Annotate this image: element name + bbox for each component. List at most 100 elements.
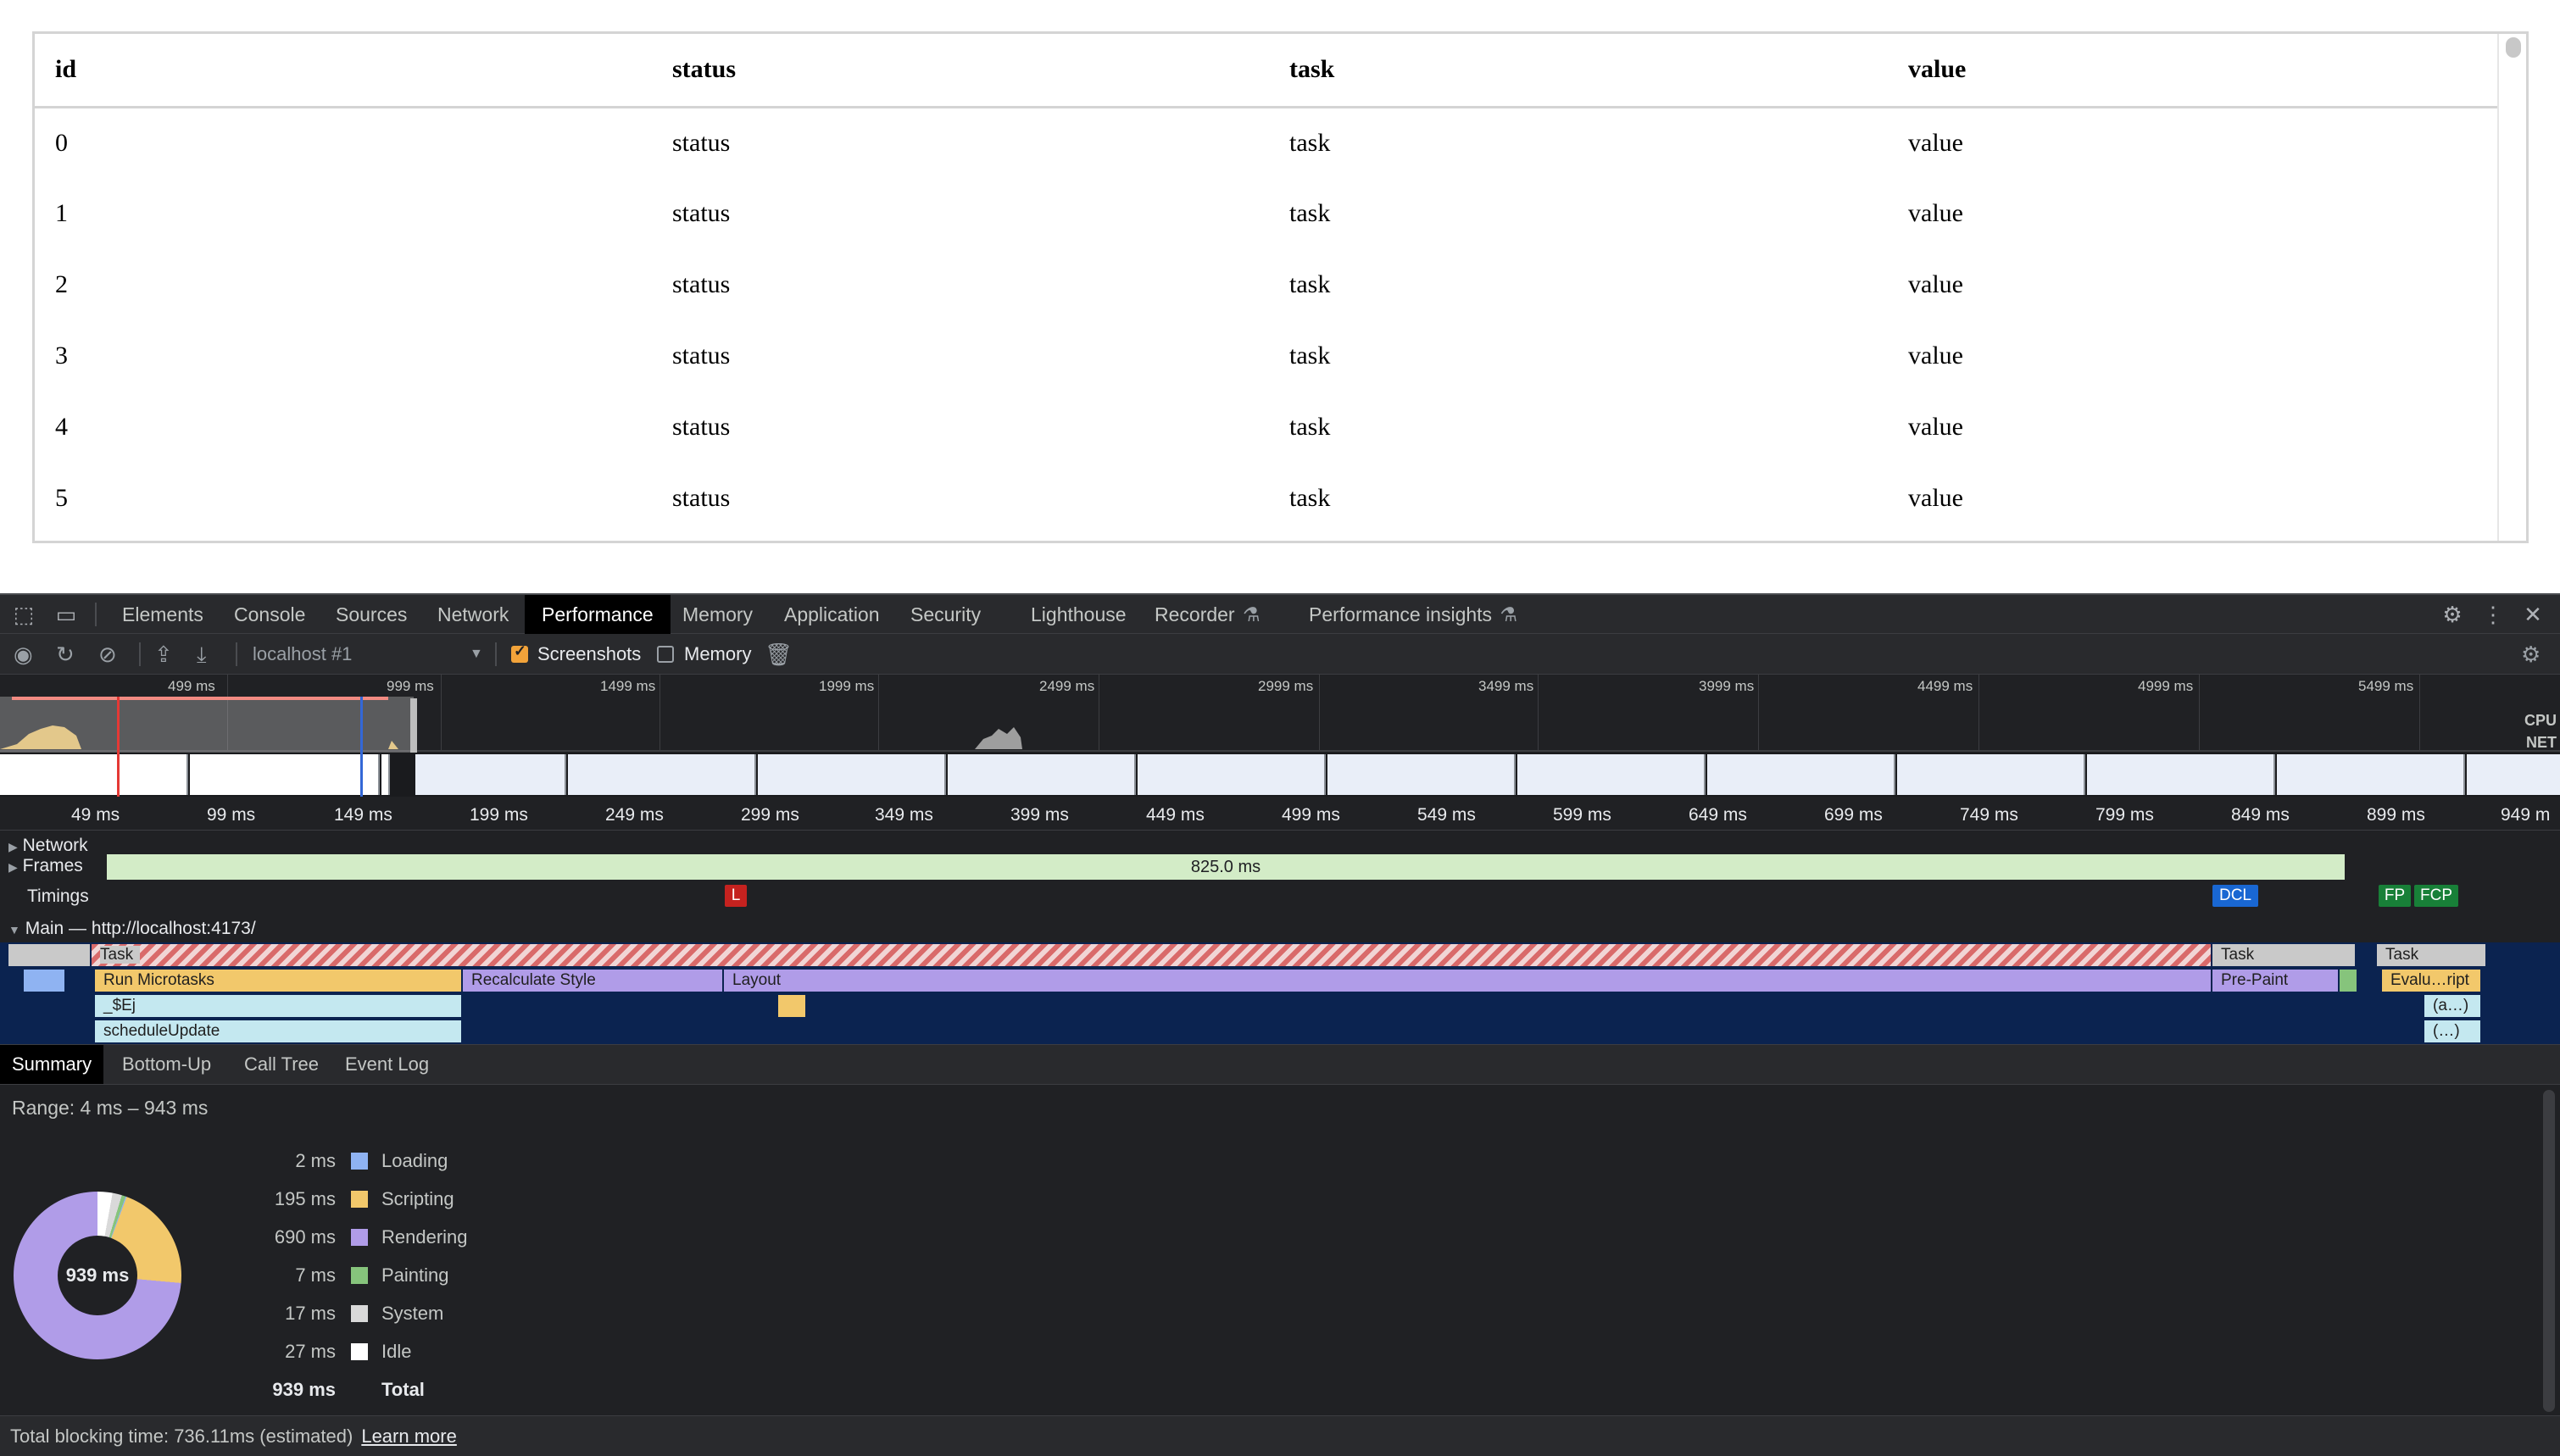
tab-console[interactable]: Console	[217, 595, 322, 634]
reload-record-icon[interactable]: ↻	[56, 634, 75, 675]
timeline-overview[interactable]: 499 ms 999 ms 1499 ms 1999 ms 2499 ms 29…	[0, 675, 2560, 800]
inspect-element-icon[interactable]: ⬚	[10, 595, 37, 634]
ruler-tick: 799 ms	[2095, 805, 2154, 825]
screenshot-thumbnail	[2467, 754, 2560, 795]
page-content: id status task value 0 status task value…	[0, 0, 2560, 593]
tab-security[interactable]: Security	[893, 595, 998, 634]
summary-value: 17 ms	[285, 1303, 336, 1324]
tab-network[interactable]: Network	[420, 595, 526, 634]
table-cell: value	[1908, 199, 1963, 227]
download-profile-icon[interactable]: ⤓	[197, 634, 207, 675]
screenshot-thumbnail	[1138, 754, 1326, 795]
flame-script-block[interactable]	[778, 995, 805, 1017]
tab-lighthouse[interactable]: Lighthouse	[1014, 595, 1144, 634]
capture-settings-icon[interactable]: ⚙	[2521, 634, 2541, 675]
table-cell: status	[672, 413, 731, 441]
load-marker[interactable]: L	[725, 885, 747, 907]
tab-performance-insights[interactable]: Performance insights ⚗	[1292, 595, 1529, 634]
table-cell: value	[1908, 484, 1963, 512]
flame-recalculate-style[interactable]: Recalculate Style	[463, 970, 722, 992]
table-cell: value	[1908, 128, 1963, 157]
frame-bar[interactable]: 825.0 ms	[107, 854, 2345, 880]
summary-label: Rendering	[381, 1226, 468, 1248]
upload-profile-icon[interactable]: ⇪	[154, 634, 173, 675]
experiment-flask-icon: ⚗	[1500, 603, 1518, 625]
tab-sources[interactable]: Sources	[319, 595, 424, 634]
tab-performance[interactable]: Performance	[525, 595, 671, 634]
column-header-value: value	[1888, 34, 2502, 108]
target-selector[interactable]: localhost #1	[253, 634, 352, 675]
learn-more-link[interactable]: Learn more	[361, 1425, 457, 1447]
more-options-icon[interactable]: ⋮	[2482, 595, 2504, 634]
flame-paint[interactable]	[2340, 970, 2357, 992]
tab-event-log[interactable]: Event Log	[333, 1045, 441, 1084]
flame-anonymous[interactable]: (…)	[2424, 1020, 2480, 1042]
column-header-status: status	[652, 34, 1269, 108]
table-cell: status	[672, 128, 731, 157]
ruler-tick: 49 ms	[71, 805, 120, 825]
flame-task-small[interactable]	[8, 944, 90, 966]
overview-tick: 4499 ms	[1917, 678, 1973, 694]
overview-tick: 4999 ms	[2138, 678, 2194, 694]
flame-anonymous[interactable]: (a…)	[2424, 995, 2480, 1017]
flame-task-long[interactable]: Task	[92, 944, 2211, 966]
fcp-marker[interactable]: FCP	[2414, 885, 2458, 907]
table-scrollbar-thumb[interactable]	[2506, 37, 2521, 58]
flame-schedule-update[interactable]: scheduleUpdate	[95, 1020, 461, 1042]
tab-recorder[interactable]: Recorder ⚗	[1138, 595, 1272, 634]
flame-ej[interactable]: _$Ej	[95, 995, 461, 1017]
devtools-panel: ⬚ ▭ Elements Console Sources Network Per…	[0, 593, 2560, 1456]
dropdown-arrow-icon[interactable]: ▼	[470, 634, 483, 675]
dcl-marker[interactable]: DCL	[2212, 885, 2258, 907]
devtools-tab-bar: ⬚ ▭ Elements Console Sources Network Per…	[0, 593, 2560, 634]
ruler-tick: 899 ms	[2367, 805, 2425, 825]
tab-application[interactable]: Application	[767, 595, 897, 634]
flame-task[interactable]: Task	[2377, 944, 2485, 966]
clear-icon[interactable]: ⊘	[98, 634, 117, 675]
main-thread-toggle[interactable]: ▼ Main — http://localhost:4173/	[8, 919, 256, 939]
tab-bottom-up[interactable]: Bottom-Up	[110, 1045, 223, 1084]
table-cell: value	[1908, 413, 1963, 441]
record-icon[interactable]: ◉	[14, 634, 33, 675]
dcl-marker-line	[360, 697, 363, 797]
table-scrollbar[interactable]	[2497, 34, 2526, 541]
expand-arrow-icon: ▶	[8, 860, 18, 874]
details-scrollbar[interactable]	[2543, 1090, 2555, 1412]
network-track-label: Network	[22, 836, 88, 855]
tab-elements[interactable]: Elements	[105, 595, 220, 634]
tab-memory[interactable]: Memory	[665, 595, 770, 634]
summary-label: Scripting	[381, 1188, 454, 1209]
table-cell: status	[672, 270, 731, 298]
screenshots-checkbox[interactable]	[511, 642, 528, 663]
fp-marker[interactable]: FP	[2379, 885, 2411, 907]
tab-summary[interactable]: Summary	[0, 1045, 104, 1084]
flame-task[interactable]: Task	[2212, 944, 2355, 966]
performance-toolbar: ◉ ↻ ⊘ ⇪ ⤓ localhost #1 ▼ Screenshots Mem…	[0, 634, 2560, 675]
table-header-row: id status task value	[35, 34, 2502, 108]
ruler-tick: 549 ms	[1417, 805, 1476, 825]
tab-call-tree[interactable]: Call Tree	[232, 1045, 331, 1084]
memory-checkbox[interactable]	[657, 646, 674, 663]
flame-run-microtasks[interactable]: Run Microtasks	[95, 970, 461, 992]
table-row: 2 status task value	[35, 249, 2502, 320]
settings-gear-icon[interactable]: ⚙	[2438, 595, 2467, 634]
table-row: 3 status task value	[35, 320, 2502, 392]
screenshot-thumbnail	[2277, 754, 2465, 795]
network-track-toggle[interactable]: ▶ Network	[8, 836, 88, 856]
table-cell: task	[1289, 199, 1331, 227]
device-toolbar-icon[interactable]: ▭	[53, 595, 80, 634]
overview-tick: 1499 ms	[600, 678, 656, 694]
summary-label: Painting	[381, 1264, 449, 1286]
flame-evaluate-script[interactable]: Evalu…ript	[2382, 970, 2480, 992]
flame-loading-block[interactable]	[24, 970, 64, 992]
collect-garbage-icon[interactable]: 🗑	[765, 634, 793, 675]
flame-layout[interactable]: Layout	[724, 970, 2211, 992]
table-cell: 5	[55, 484, 68, 512]
screenshot-thumbnail	[415, 754, 566, 795]
close-icon[interactable]: ✕	[2519, 595, 2546, 634]
table-cell: 0	[55, 128, 68, 157]
flame-pre-paint[interactable]: Pre-Paint	[2212, 970, 2338, 992]
ruler-tick: 649 ms	[1689, 805, 1747, 825]
column-header-id: id	[35, 34, 652, 108]
frames-track-toggle[interactable]: ▶ Frames	[8, 856, 83, 876]
